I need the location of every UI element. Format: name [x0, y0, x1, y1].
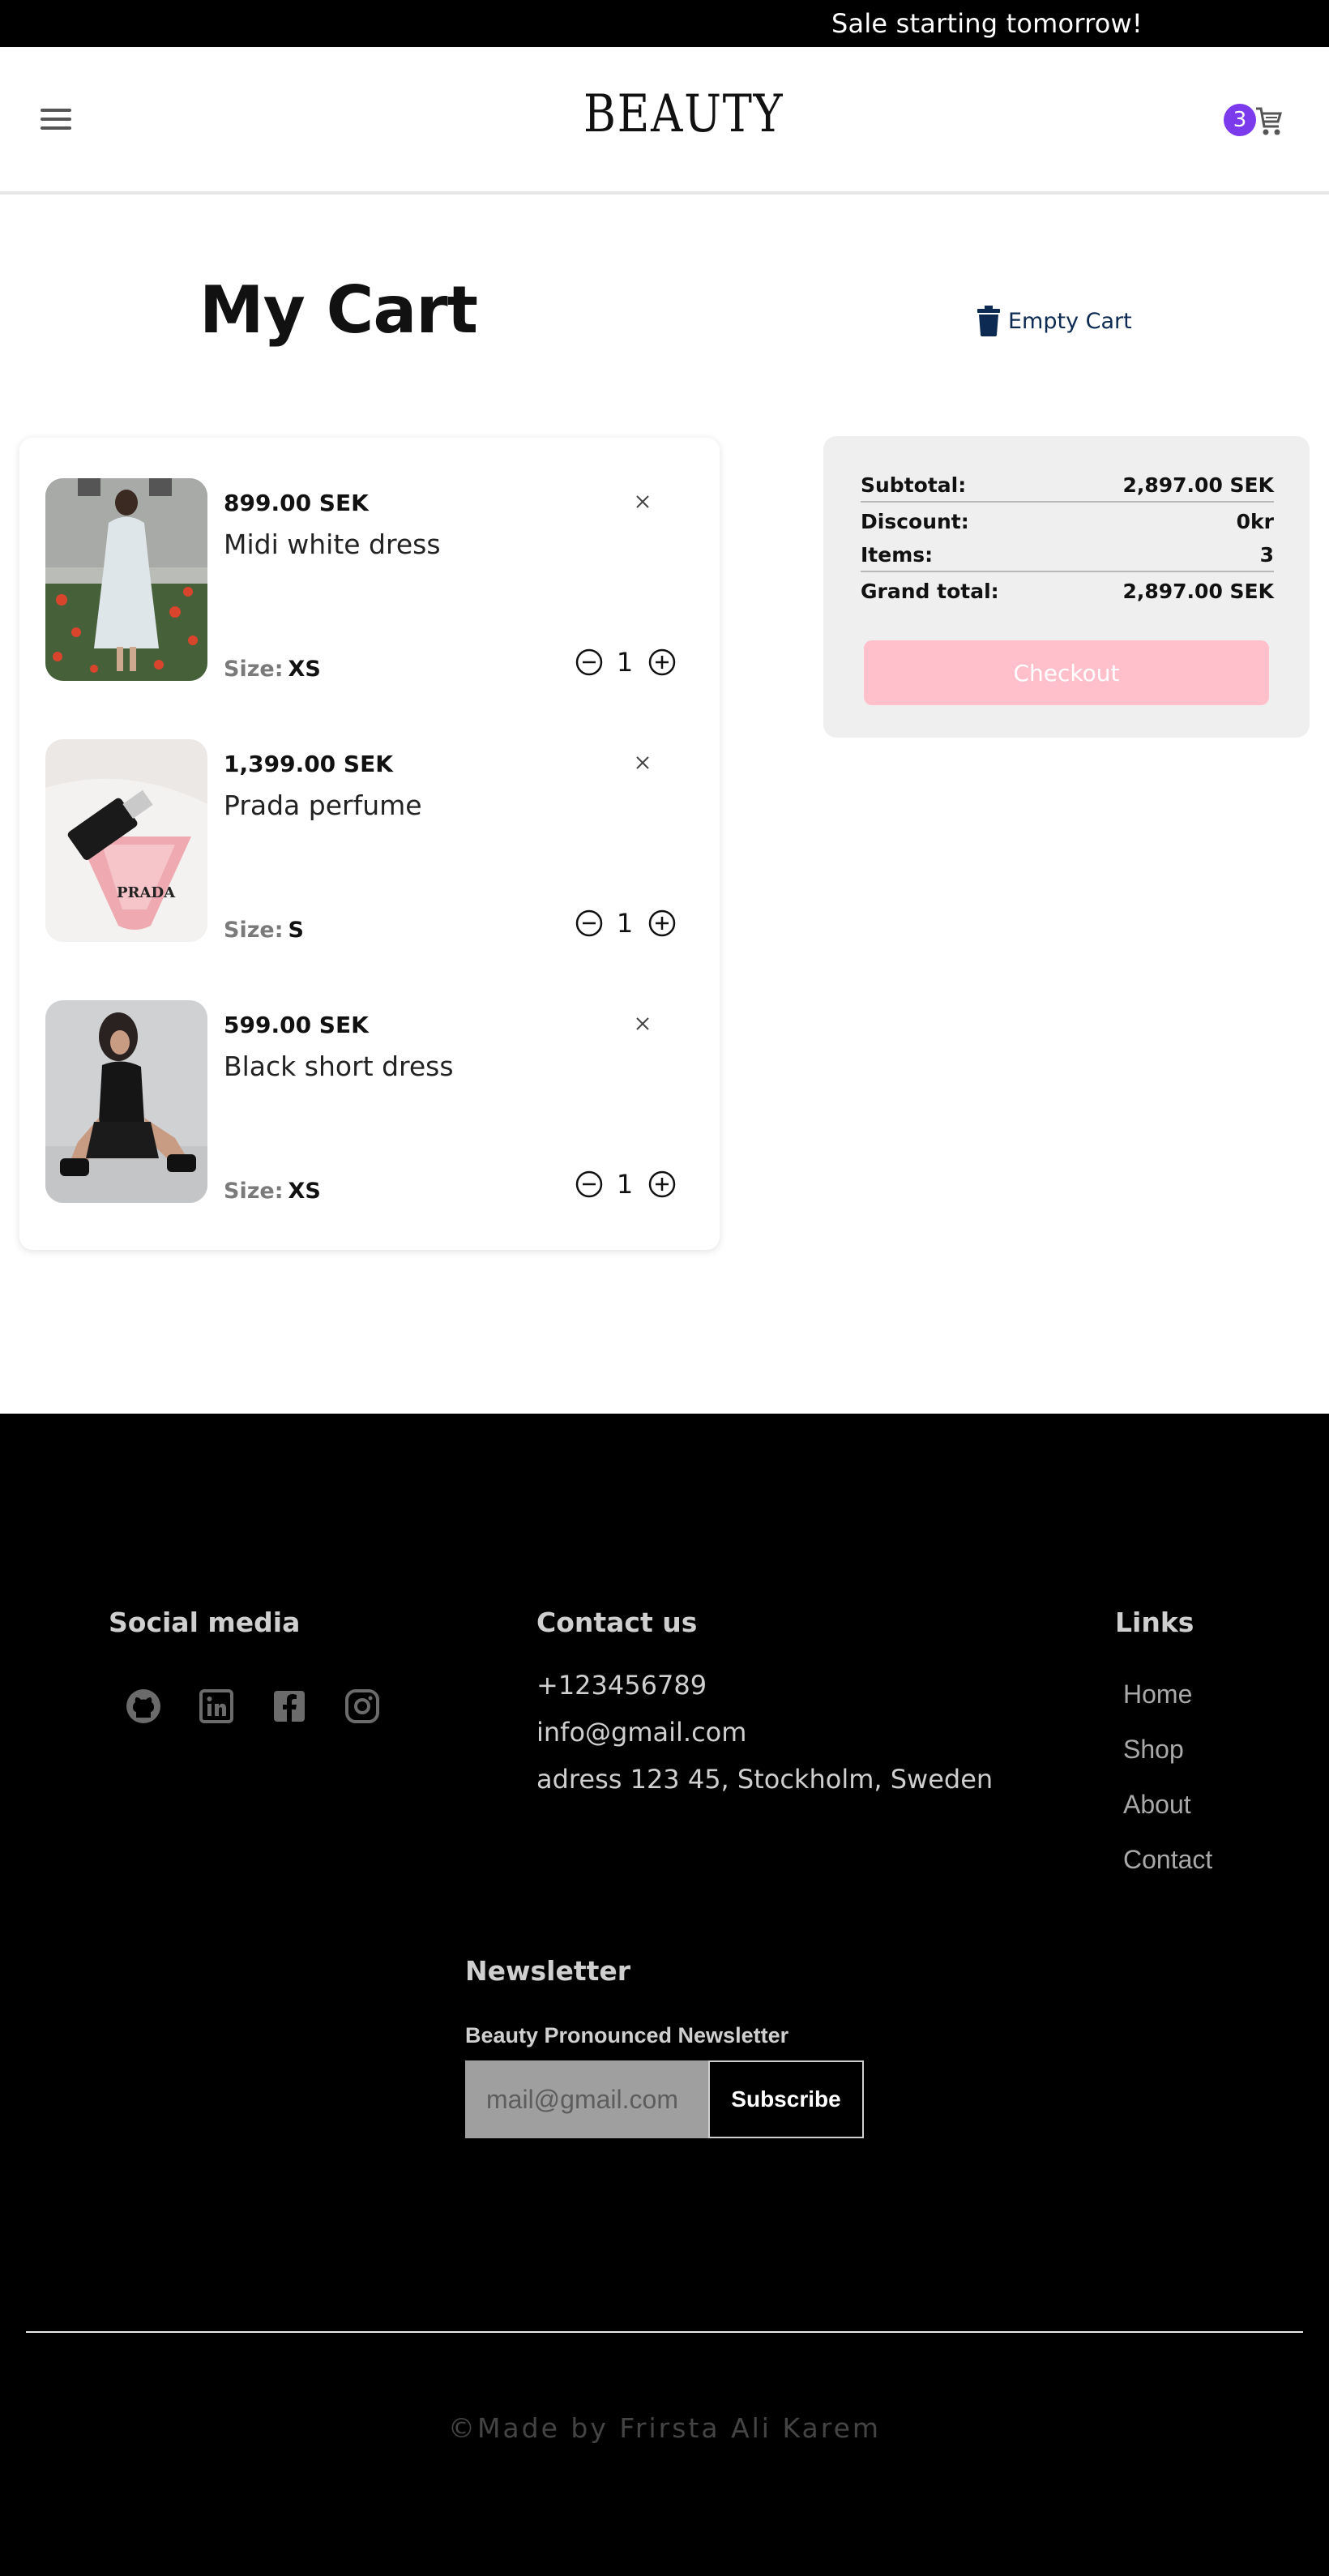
footer-link-about[interactable]: About: [1123, 1790, 1191, 1820]
product-image[interactable]: [45, 478, 207, 681]
cart-count-badge[interactable]: 3: [1224, 104, 1256, 136]
item-name[interactable]: Midi white dress: [224, 528, 441, 560]
github-icon[interactable]: [125, 1688, 162, 1725]
product-image[interactable]: PRADA: [45, 739, 207, 942]
shopping-cart-icon[interactable]: [1254, 102, 1284, 138]
trash-icon: [977, 306, 1000, 336]
newsletter-heading: Newsletter: [465, 1955, 631, 1987]
banner-text: Sale starting tomorrow!: [831, 8, 1143, 39]
contact-heading: Contact us: [536, 1607, 698, 1638]
minus-circle-icon[interactable]: [575, 648, 603, 676]
quantity-value: 1: [616, 647, 634, 678]
minus-circle-icon[interactable]: [575, 1170, 603, 1198]
empty-cart-button[interactable]: Empty Cart: [977, 303, 1132, 339]
grand-total-row: Grand total: 2,897.00 SEK: [861, 574, 1274, 608]
item-size: Size: XS: [224, 1179, 321, 1204]
checkout-button[interactable]: Checkout: [864, 640, 1269, 705]
footer-link-shop[interactable]: Shop: [1123, 1735, 1184, 1765]
cart-item: PRADA 1,399.00 SEK Prada perfume Size: S …: [45, 739, 702, 944]
copyright-text: ©Made by Frirsta Ali Karem: [447, 2412, 882, 2444]
items-label: Items:: [861, 542, 934, 567]
cart-item: 599.00 SEK Black short dress Size: XS 1: [45, 1000, 702, 1205]
item-size: Size: XS: [224, 657, 321, 682]
quantity-stepper: 1: [575, 647, 676, 679]
item-name[interactable]: Prada perfume: [224, 789, 422, 821]
menu-icon[interactable]: [41, 109, 73, 131]
footer-link-contact[interactable]: Contact: [1123, 1845, 1212, 1875]
remove-item-icon[interactable]: [630, 490, 655, 514]
order-summary: Subtotal: 2,897.00 SEK Discount: 0kr Ite…: [823, 436, 1310, 738]
site-footer: Social media Contact us +123456789 info@…: [0, 1414, 1329, 2576]
discount-row: Discount: 0kr: [861, 504, 1274, 538]
perfume-label: PRADA: [117, 884, 176, 901]
social-links: [125, 1688, 381, 1725]
grand-total-value: 2,897.00 SEK: [1122, 579, 1274, 603]
social-media-heading: Social media: [109, 1607, 301, 1638]
subtotal-row: Subtotal: 2,897.00 SEK: [861, 469, 1274, 503]
plus-circle-icon[interactable]: [648, 1170, 676, 1198]
item-price: 599.00 SEK: [224, 1012, 369, 1038]
minus-circle-icon[interactable]: [575, 909, 603, 937]
contact-email: info@gmail.com: [536, 1717, 747, 1748]
remove-item-icon[interactable]: [630, 1012, 655, 1036]
cart-items-panel: 899.00 SEK Midi white dress Size: XS 1 PR…: [19, 438, 720, 1250]
contact-phone: +123456789: [536, 1670, 707, 1701]
announcement-banner: Sale starting tomorrow!: [0, 0, 1329, 47]
linkedin-icon[interactable]: [198, 1688, 235, 1725]
links-heading: Links: [1115, 1607, 1194, 1638]
quantity-value: 1: [616, 908, 634, 939]
footer-link-home[interactable]: Home: [1123, 1680, 1192, 1709]
product-image[interactable]: [45, 1000, 207, 1203]
item-name[interactable]: Black short dress: [224, 1051, 454, 1082]
newsletter-email-input[interactable]: [465, 2060, 710, 2138]
subtotal-value: 2,897.00 SEK: [1122, 473, 1274, 497]
quantity-stepper: 1: [575, 908, 676, 940]
newsletter-label: Beauty Pronounced Newsletter: [465, 2023, 789, 2048]
items-value: 3: [1259, 542, 1274, 567]
subtotal-label: Subtotal:: [861, 473, 967, 497]
grand-total-label: Grand total:: [861, 579, 999, 603]
quantity-stepper: 1: [575, 1169, 676, 1201]
quantity-value: 1: [616, 1169, 634, 1200]
item-price: 899.00 SEK: [224, 490, 369, 516]
page-title: My Cart: [199, 272, 478, 348]
discount-label: Discount:: [861, 509, 969, 533]
cart-item: 899.00 SEK Midi white dress Size: XS 1: [45, 478, 702, 683]
footer-divider: [26, 2331, 1303, 2333]
item-size: Size: S: [224, 918, 304, 943]
plus-circle-icon[interactable]: [648, 648, 676, 676]
items-row: Items: 3: [861, 538, 1274, 572]
subscribe-button[interactable]: Subscribe: [708, 2060, 864, 2138]
empty-cart-label: Empty Cart: [1008, 308, 1132, 334]
item-price: 1,399.00 SEK: [224, 751, 393, 777]
remove-item-icon[interactable]: [630, 751, 655, 775]
instagram-icon[interactable]: [344, 1688, 381, 1725]
discount-value: 0kr: [1236, 509, 1274, 533]
facebook-icon[interactable]: [271, 1688, 308, 1725]
plus-circle-icon[interactable]: [648, 909, 676, 937]
contact-address: adress 123 45, Stockholm, Sweden: [536, 1764, 994, 1795]
site-header: BEAUTY: [0, 47, 1329, 195]
site-logo[interactable]: BEAUTY: [583, 84, 784, 144]
